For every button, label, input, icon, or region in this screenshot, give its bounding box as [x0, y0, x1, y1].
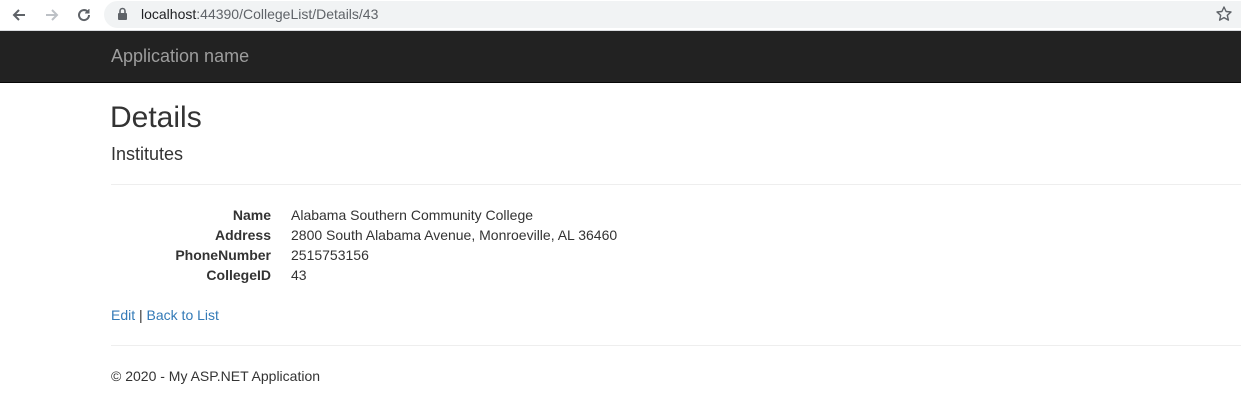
edit-link[interactable]: Edit: [111, 307, 135, 323]
detail-value: 2515753156: [291, 247, 369, 263]
address-bar[interactable]: localhost:44390/CollegeList/Details/43: [104, 1, 1241, 28]
forward-arrow-icon[interactable]: [40, 3, 64, 27]
reload-icon[interactable]: [72, 3, 96, 27]
url-path: :44390/CollegeList/Details/43: [196, 6, 379, 22]
detail-label: Address: [214, 227, 271, 243]
detail-row-address: Address 2800 South Alabama Avenue, Monro…: [111, 225, 711, 245]
navbar-brand-link[interactable]: Application name: [111, 46, 249, 67]
detail-row-phone: PhoneNumber 2515753156: [111, 245, 711, 265]
detail-row-name: Name Alabama Southern Community College: [111, 205, 711, 225]
browser-toolbar: localhost:44390/CollegeList/Details/43: [0, 0, 1241, 31]
divider: [111, 184, 1241, 185]
detail-value: 43: [291, 267, 307, 283]
url-text: localhost:44390/CollegeList/Details/43: [141, 6, 378, 22]
bookmark-star-icon[interactable]: [1215, 5, 1233, 28]
detail-value: 2800 South Alabama Avenue, Monroeville, …: [291, 227, 618, 243]
back-to-list-link[interactable]: Back to List: [147, 307, 219, 323]
footer-divider: [111, 345, 1241, 346]
footer-text: © 2020 - My ASP.NET Application: [111, 368, 321, 384]
detail-label: PhoneNumber: [175, 247, 271, 263]
detail-label: CollegeID: [206, 267, 271, 283]
action-links: Edit | Back to List: [111, 305, 219, 325]
url-host: localhost: [141, 6, 197, 22]
lock-icon: [117, 7, 128, 26]
detail-value: Alabama Southern Community College: [291, 207, 534, 223]
navbar: Application name: [0, 31, 1241, 83]
back-arrow-icon[interactable]: [7, 3, 31, 27]
page-subtitle: Institutes: [111, 144, 184, 164]
details-list: Name Alabama Southern Community College …: [111, 205, 711, 285]
detail-row-collegeid: CollegeID 43: [111, 265, 711, 285]
link-separator: |: [139, 307, 143, 323]
page-title: Details: [110, 101, 202, 134]
detail-label: Name: [232, 207, 271, 223]
